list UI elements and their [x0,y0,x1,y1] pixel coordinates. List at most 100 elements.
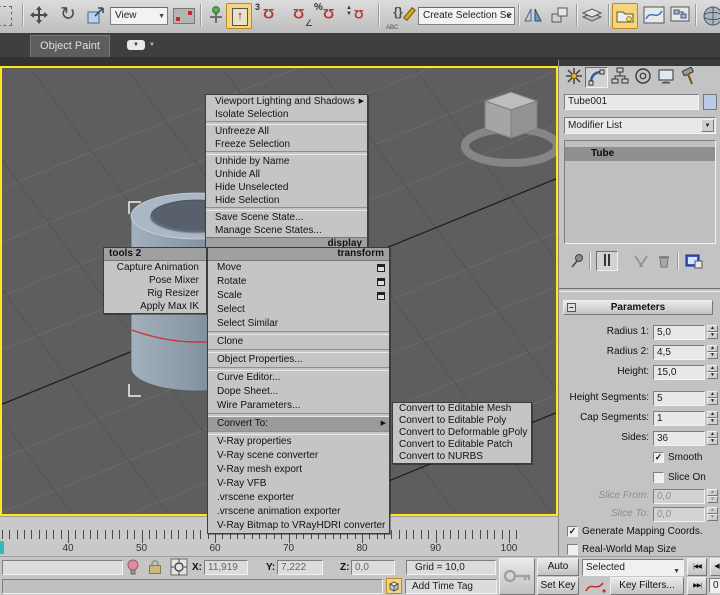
spinner-control[interactable]: ▲▼ [707,411,718,426]
menu-item[interactable]: Viewport Lighting and Shadows▶ [206,95,367,108]
smooth-checkbox[interactable]: ✓ [653,452,664,463]
show-end-result-button[interactable] [596,251,618,271]
menu-item[interactable]: Capture Animation [104,261,206,274]
tab-utilities[interactable] [677,67,700,88]
keyboard-shortcut-override-button[interactable]: ↑ [226,3,252,29]
settings-box-icon[interactable] [377,264,385,272]
menu-item[interactable]: Unhide by Name [206,155,367,168]
tab-hierarchy[interactable] [608,67,631,88]
menu-item[interactable]: Save Scene State... [206,211,367,224]
param-field[interactable]: 4,5 [653,345,705,360]
spinner-control[interactable]: ▲▼ [707,391,718,406]
schematic-view-icon[interactable] [669,5,691,27]
y-coordinate-field[interactable]: 7,222 [277,560,323,575]
menu-item[interactable]: Dope Sheet... [208,385,389,399]
menu-item[interactable]: Hide Unselected [206,181,367,194]
curve-editor-icon[interactable] [643,5,665,27]
ribbon-options-caret-icon[interactable]: ▼ [149,42,155,48]
collapse-rollout-icon[interactable]: – [567,303,576,312]
spinner-control[interactable]: ▲▼ [707,365,718,380]
menu-item[interactable]: Clone [208,335,389,349]
absolute-offset-toggle-icon[interactable] [170,558,188,576]
x-coordinate-field[interactable]: 11,919 [204,560,248,575]
menu-item[interactable]: Curve Editor... [208,371,389,385]
settings-box-icon[interactable] [377,292,385,300]
menu-item[interactable]: Manage Scene States... [206,224,367,237]
chevron-down-icon[interactable]: ▼ [701,119,714,132]
stack-item-tube[interactable]: Tube [565,147,715,161]
menu-item[interactable]: Pose Mixer [104,274,206,287]
current-frame-field[interactable]: 0 [709,578,720,593]
graphite-ribbon-toggle-button[interactable] [612,3,638,29]
time-tag-cube-icon[interactable] [386,578,402,594]
object-color-swatch[interactable] [703,94,717,110]
spinner-control[interactable]: ▲▼ [707,325,718,340]
tab-display[interactable] [654,67,677,88]
menu-item[interactable]: Convert to Editable Patch [393,439,531,451]
toggle-set-key-mode-button[interactable] [499,558,535,595]
key-mode-toggle-button[interactable]: ▶▶| [687,577,707,595]
menu-item[interactable]: Move [208,261,389,275]
param-field[interactable]: 5 [653,391,705,406]
menu-item[interactable]: Object Properties... [208,353,389,367]
previous-frame-button[interactable]: ◀ [710,558,720,576]
z-coordinate-field[interactable]: 0,0 [351,560,395,575]
settings-box-icon[interactable] [377,278,385,286]
maxscript-mini-listener[interactable] [2,560,123,575]
configure-modifier-sets-icon[interactable] [685,253,703,269]
menu-item[interactable]: Hide Selection [206,194,367,207]
menu-item[interactable]: Select Similar [208,317,389,331]
real-world-map-checkbox[interactable] [567,544,578,555]
default-in-out-tangents-icon[interactable] [584,579,606,594]
ribbon-minimize-button[interactable]: ▼ [127,40,145,50]
edit-named-selection-sets-icon[interactable]: {} ABC [384,5,412,27]
pin-stack-icon[interactable] [569,253,585,269]
add-time-tag-field[interactable]: Add Time Tag [405,579,497,594]
menu-item[interactable]: Rig Resizer [104,287,206,300]
window-crossing-icon[interactable] [0,6,12,26]
named-selection-set-dropdown[interactable]: Create Selection Se ▼ [418,7,515,25]
parameters-rollout-header[interactable]: – Parameters [563,300,713,315]
select-scale-icon[interactable] [85,5,107,27]
selection-lock-icon[interactable] [149,560,161,574]
slice-on-checkbox[interactable] [653,472,664,483]
tab-modify[interactable] [585,67,608,88]
menu-item[interactable]: Unfreeze All [206,125,367,138]
menu-item-convert-to[interactable]: Convert To:▶ [208,417,389,431]
menu-item[interactable]: Isolate Selection [206,108,367,121]
menu-item[interactable]: V-Ray mesh export [208,463,389,477]
generate-mapping-checkbox[interactable]: ✓ [567,526,578,537]
angle-snap-toggle-icon[interactable]: Ω ∠ [288,5,310,27]
menu-item[interactable]: V-Ray properties [208,435,389,449]
tab-object-paint[interactable]: Object Paint [30,35,110,57]
menu-item[interactable]: Convert to Editable Mesh [393,403,531,415]
snaps-toggle-3d-icon[interactable]: 3 Ω [258,5,280,27]
set-key-button[interactable]: Set Key [537,577,579,595]
param-field[interactable]: 36 [653,431,705,446]
modifier-stack-list[interactable]: Tube [564,140,716,244]
menu-item[interactable]: .vrscene animation exporter [208,505,389,519]
menu-item[interactable]: Convert to Editable Poly [393,415,531,427]
menu-item[interactable]: Apply Max IK [104,300,206,313]
modifier-list-dropdown[interactable]: Modifier List ▼ [564,117,716,134]
spinner-snap-toggle-icon[interactable]: ▲▼ Ω [348,5,370,27]
render-setup-icon[interactable] [701,5,720,27]
go-to-start-button[interactable]: |◀◀ [687,558,707,576]
menu-item[interactable]: Rotate [208,275,389,289]
menu-item[interactable]: V-Ray VFB [208,477,389,491]
tab-create[interactable] [562,67,585,88]
object-name-field[interactable]: Tube001 [564,94,699,110]
menu-item[interactable]: Wire Parameters... [208,399,389,413]
auto-key-button[interactable]: Auto Key [537,558,579,576]
spinner-control[interactable]: ▲▼ [707,431,718,446]
param-field[interactable]: 1 [653,411,705,426]
menu-item[interactable]: Freeze Selection [206,138,367,151]
isolate-selection-bulb-icon[interactable] [126,559,140,576]
menu-item[interactable]: Convert to Deformable gPoly [393,427,531,439]
percent-snap-toggle-icon[interactable]: % Ω [318,5,340,27]
param-field[interactable]: 5,0 [653,325,705,340]
use-pivot-center-icon[interactable] [173,8,195,24]
menu-item[interactable]: Select [208,303,389,317]
menu-item[interactable]: V-Ray Bitmap to VRayHDRI converter [208,519,389,533]
layer-manager-icon[interactable] [581,5,603,27]
